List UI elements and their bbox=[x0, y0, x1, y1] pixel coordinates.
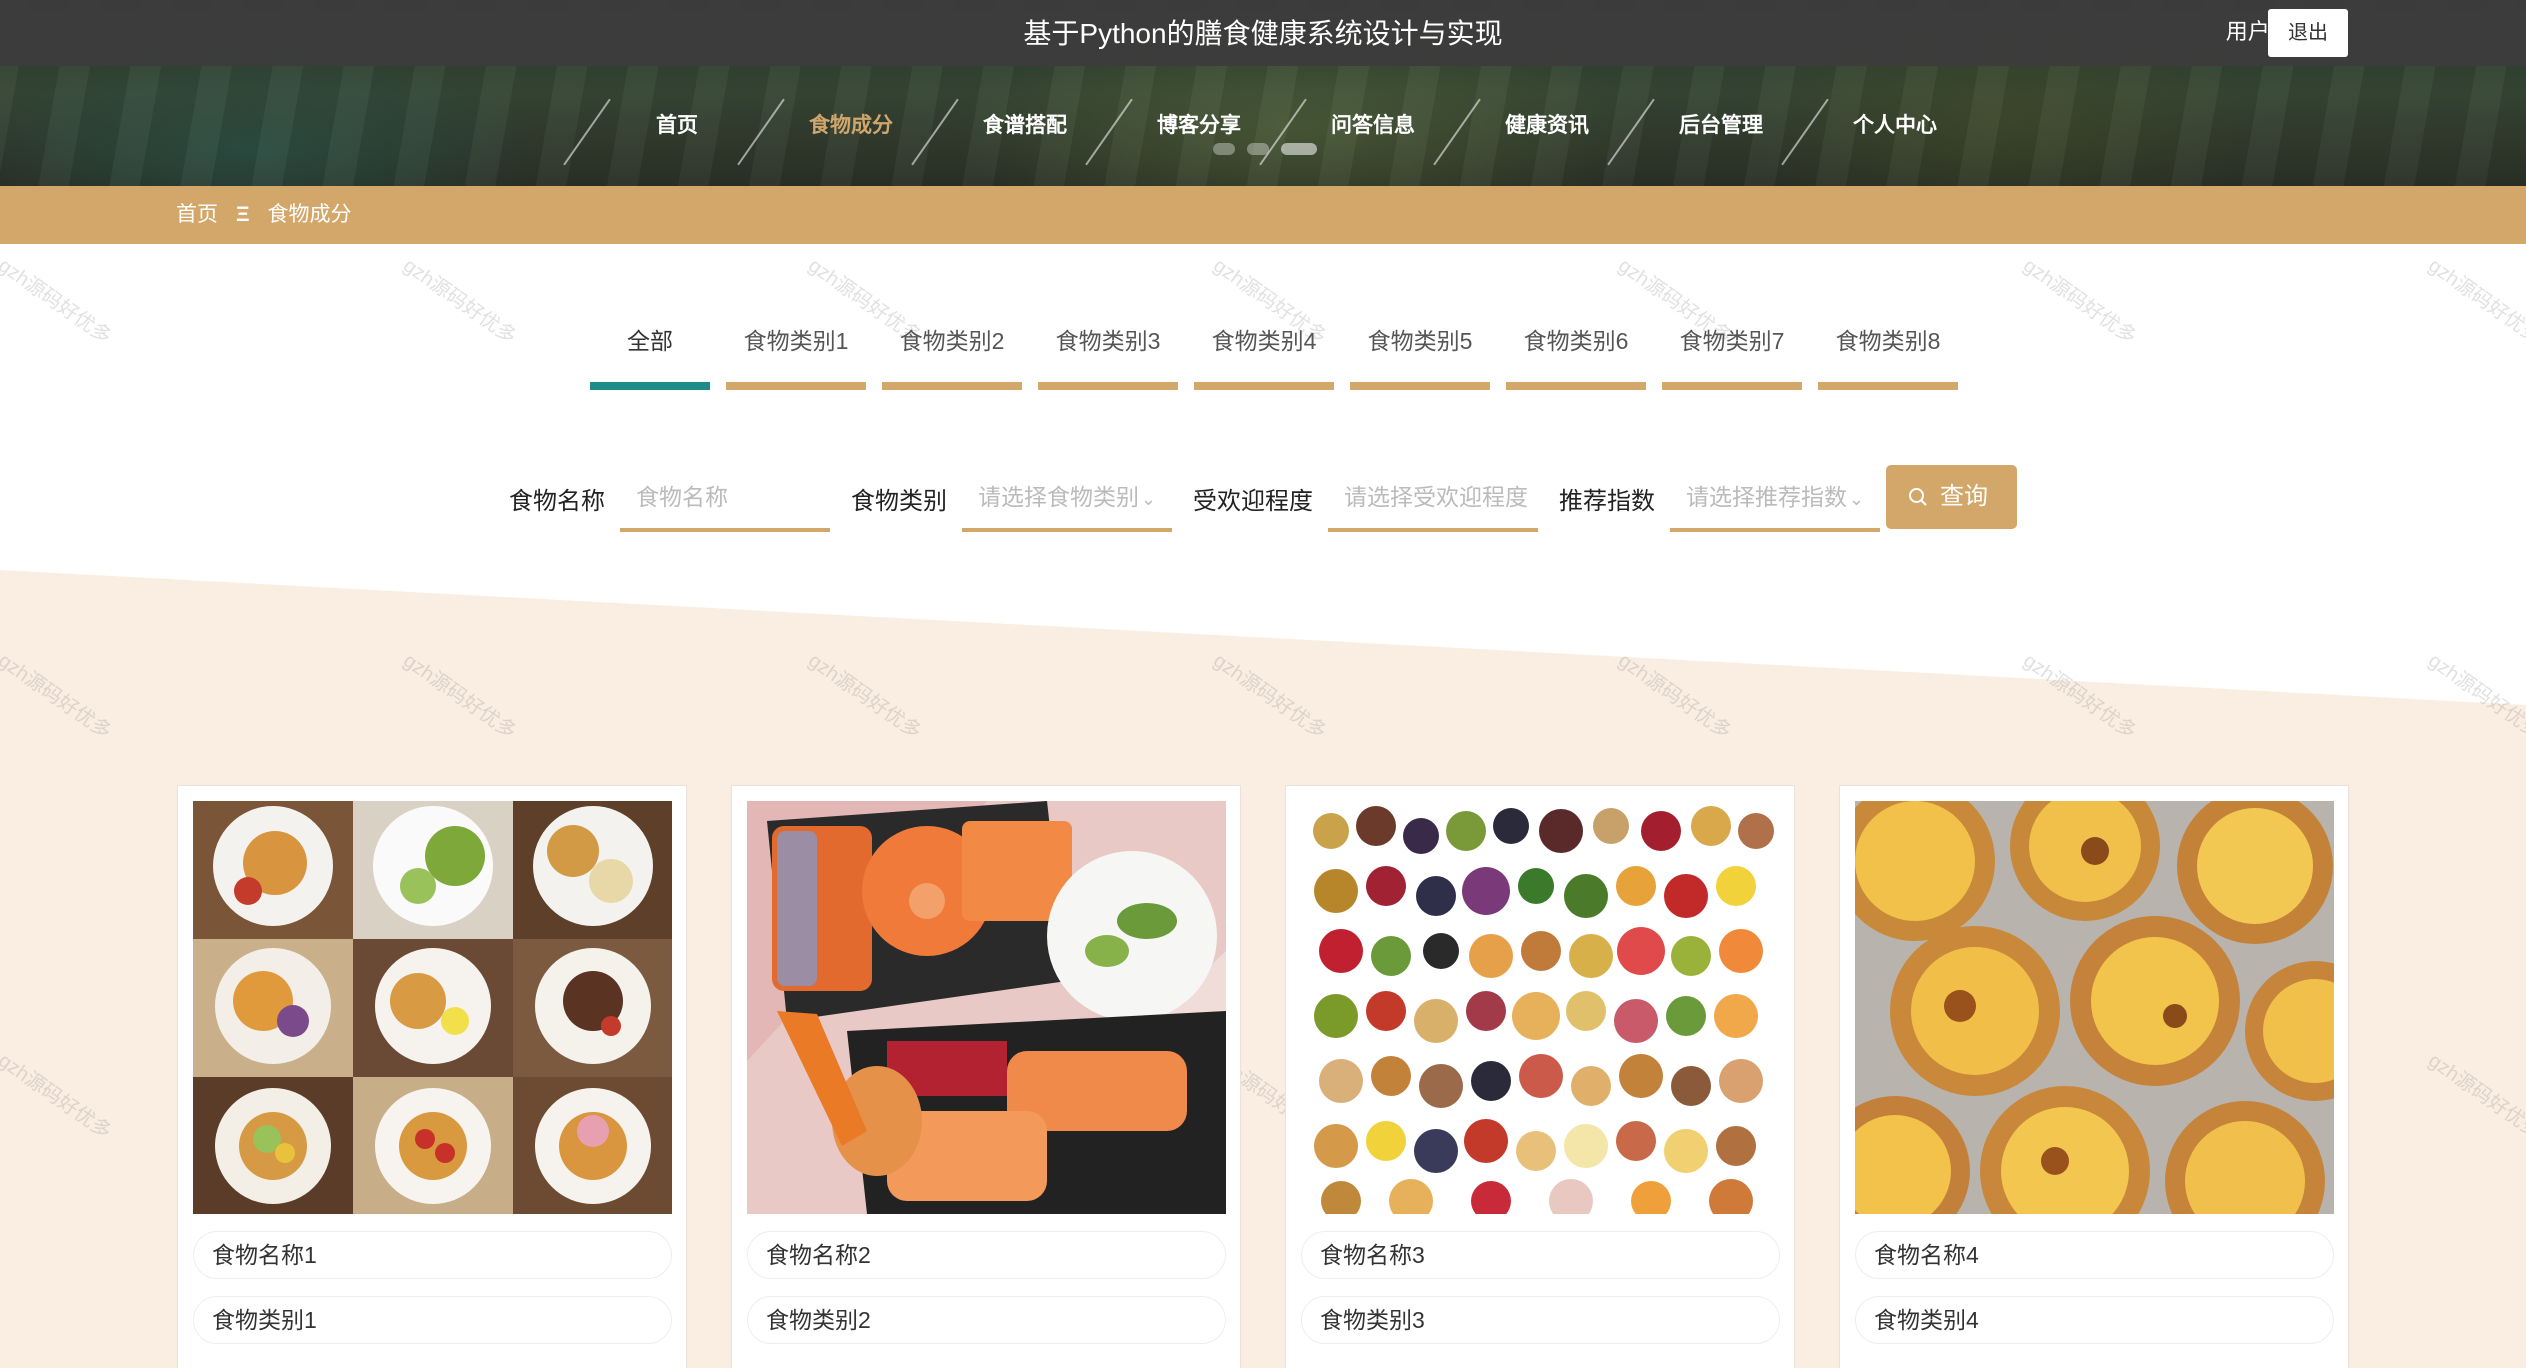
popularity-select[interactable]: 请选择受欢迎程度 bbox=[1328, 466, 1538, 532]
food-name: 食物名称2 bbox=[747, 1231, 1226, 1279]
header-banner: 基于Python的膳食健康系统设计与实现 用户账号1 退出 首页 食物成分 食谱… bbox=[0, 0, 2526, 186]
tab-category-2[interactable]: 食物类别2 bbox=[882, 308, 1022, 390]
carousel-dot-active[interactable] bbox=[1281, 143, 1317, 155]
food-category: 食物类别4 bbox=[1855, 1296, 2334, 1344]
carousel-dot[interactable] bbox=[1213, 143, 1235, 155]
search-icon bbox=[1909, 488, 1927, 506]
nav-item-label: 后台管理 bbox=[1679, 114, 1763, 137]
food-name: 食物名称3 bbox=[1301, 1231, 1780, 1279]
nav-item-label: 首页 bbox=[656, 114, 698, 137]
food-image-waffles[interactable] bbox=[193, 801, 672, 1214]
food-card[interactable]: 食物名称2 食物类别2 bbox=[731, 785, 1241, 1368]
carousel-indicators bbox=[1213, 143, 1317, 155]
tab-category-7[interactable]: 食物类别7 bbox=[1662, 308, 1802, 390]
breadcrumb: 首页 Ξ 食物成分 bbox=[176, 186, 352, 244]
chevron-down-icon: ⌄ bbox=[1140, 489, 1156, 509]
tab-category-1[interactable]: 食物类别1 bbox=[726, 308, 866, 390]
category-tabs: 全部 食物类别1 食物类别2 食物类别3 食物类别4 食物类别5 食物类别6 食… bbox=[590, 308, 1958, 390]
watermark-text: gzh源码好优多 bbox=[399, 254, 521, 349]
query-button[interactable]: 查询 bbox=[1886, 465, 2017, 529]
breadcrumb-current: 食物成分 bbox=[267, 203, 352, 226]
tab-all[interactable]: 全部 bbox=[590, 308, 710, 390]
food-category: 食物类别3 bbox=[1301, 1296, 1780, 1344]
carousel-dot[interactable] bbox=[1247, 143, 1269, 155]
food-name-input[interactable]: 食物名称 bbox=[620, 466, 830, 532]
query-button-label: 查询 bbox=[1940, 483, 1988, 510]
food-image-egg-tarts[interactable] bbox=[1855, 801, 2334, 1214]
site-title: 基于Python的膳食健康系统设计与实现 bbox=[1023, 18, 1503, 49]
popularity-placeholder: 请选择受欢迎程度 bbox=[1344, 484, 1528, 510]
recommend-select[interactable]: 请选择推荐指数 ⌄ bbox=[1670, 466, 1880, 532]
food-card[interactable]: 食物名称4 食物类别4 bbox=[1839, 785, 2349, 1368]
food-image-salmon[interactable] bbox=[747, 801, 1226, 1214]
nav-item-home[interactable]: 首页 bbox=[563, 86, 764, 166]
breadcrumb-home[interactable]: 首页 bbox=[176, 186, 218, 244]
food-category-select[interactable]: 请选择食物类别 ⌄ bbox=[962, 466, 1172, 532]
tab-category-4[interactable]: 食物类别4 bbox=[1194, 308, 1334, 390]
food-card[interactable]: 食物名称1 食物类别1 bbox=[177, 785, 687, 1368]
breadcrumb-bar: 首页 Ξ 食物成分 bbox=[0, 186, 2526, 244]
nav-item-food-composition[interactable]: 食物成分 bbox=[737, 86, 938, 166]
nav-item-label: 健康资讯 bbox=[1505, 114, 1589, 137]
watermark-text: gzh源码好优多 bbox=[2424, 254, 2526, 349]
food-image-assorted[interactable] bbox=[1301, 801, 1780, 1214]
tab-category-6[interactable]: 食物类别6 bbox=[1506, 308, 1646, 390]
tab-category-5[interactable]: 食物类别5 bbox=[1350, 308, 1490, 390]
nav-item-label: 个人中心 bbox=[1853, 114, 1937, 137]
nav-item-label: 食物成分 bbox=[809, 114, 893, 137]
food-category: 食物类别2 bbox=[747, 1296, 1226, 1344]
food-card[interactable]: 食物名称3 食物类别3 bbox=[1285, 785, 1795, 1368]
food-category-label: 食物类别 bbox=[851, 488, 947, 515]
breadcrumb-separator: Ξ bbox=[236, 203, 250, 226]
nav-item-admin[interactable]: 后台管理 bbox=[1607, 86, 1808, 166]
nav-item-label: 问答信息 bbox=[1331, 114, 1415, 137]
nav-item-label: 博客分享 bbox=[1157, 114, 1241, 137]
nav-item-profile[interactable]: 个人中心 bbox=[1781, 86, 1982, 166]
food-category-placeholder: 请选择食物类别 bbox=[978, 484, 1139, 510]
food-name-label: 食物名称 bbox=[509, 488, 605, 515]
nav-divider bbox=[563, 98, 611, 166]
recommend-placeholder: 请选择推荐指数 bbox=[1686, 484, 1847, 510]
watermark-text: gzh源码好优多 bbox=[2019, 254, 2141, 349]
food-name: 食物名称4 bbox=[1855, 1231, 2334, 1279]
food-name: 食物名称1 bbox=[193, 1231, 672, 1279]
chevron-down-icon: ⌄ bbox=[1848, 489, 1864, 509]
food-name-placeholder: 食物名称 bbox=[636, 484, 728, 510]
logout-button[interactable]: 退出 bbox=[2268, 9, 2348, 57]
food-category: 食物类别1 bbox=[193, 1296, 672, 1344]
popularity-label: 受欢迎程度 bbox=[1193, 488, 1313, 515]
watermark-text: gzh源码好优多 bbox=[0, 254, 116, 349]
nav-item-label: 食谱搭配 bbox=[983, 114, 1067, 137]
tab-category-3[interactable]: 食物类别3 bbox=[1038, 308, 1178, 390]
tab-category-8[interactable]: 食物类别8 bbox=[1818, 308, 1958, 390]
nav-item-recipes[interactable]: 食谱搭配 bbox=[911, 86, 1112, 166]
nav-item-health-news[interactable]: 健康资讯 bbox=[1433, 86, 1634, 166]
recommend-label: 推荐指数 bbox=[1559, 488, 1655, 515]
